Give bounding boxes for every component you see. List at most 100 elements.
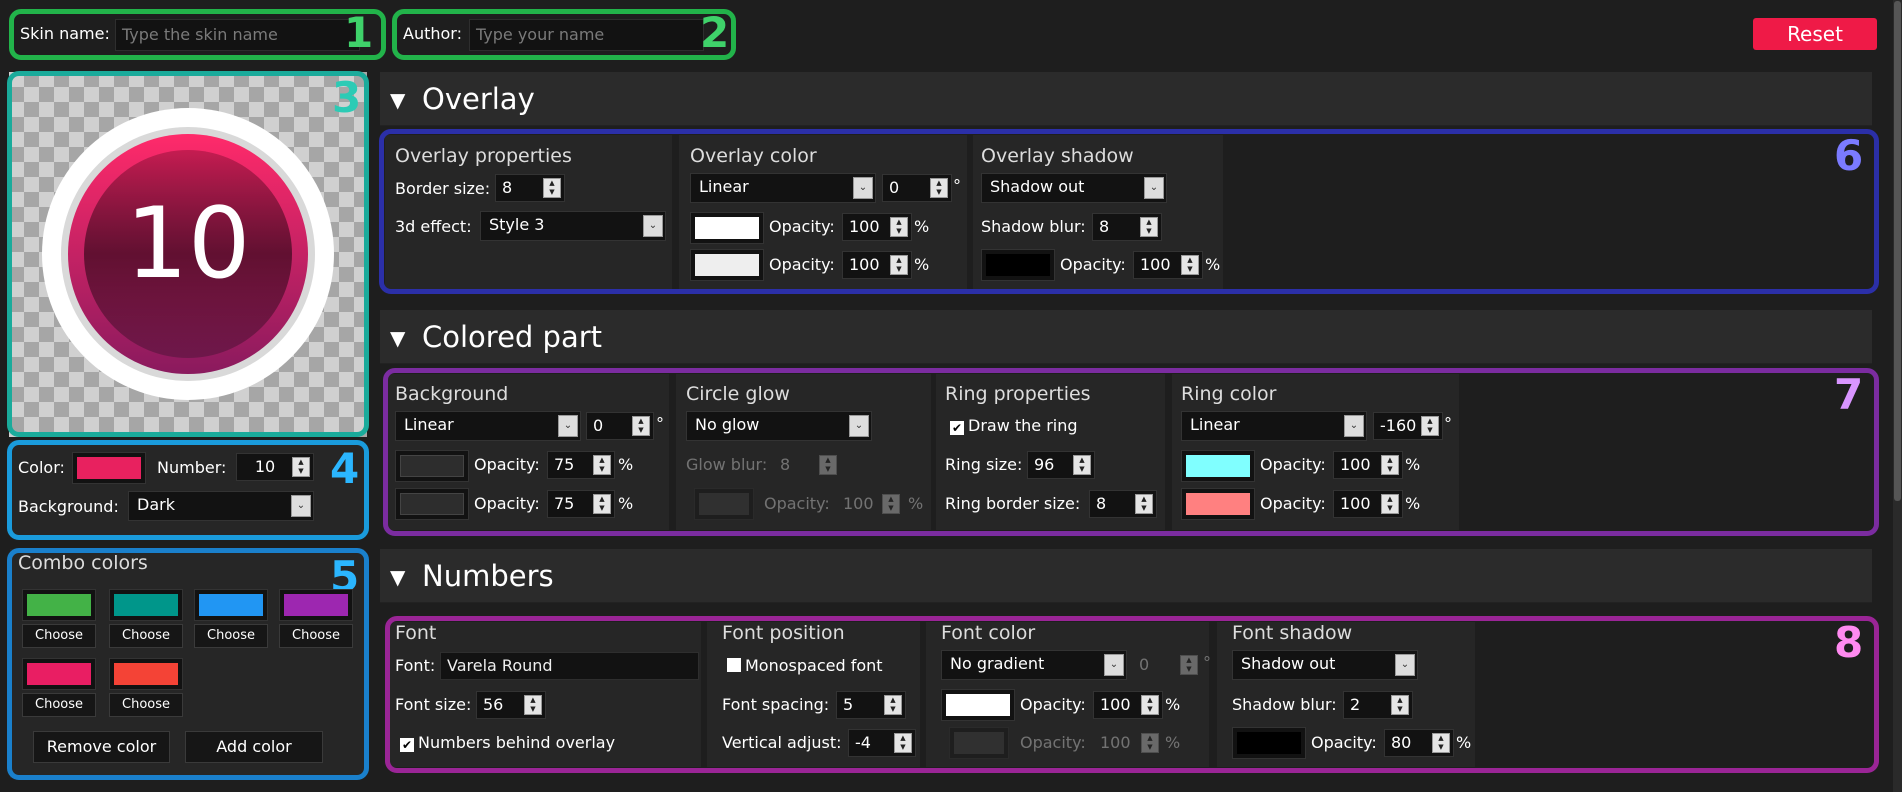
font-shadow-swatch[interactable] (1232, 727, 1306, 759)
ring-size-input[interactable]: 96 ▲ ▼ (1027, 451, 1095, 479)
overlay-opacity-input-2[interactable]: 100 ▲ ▼ (842, 251, 912, 279)
shadow-opacity-value: 100 (1140, 255, 1171, 274)
glow-opacity-value: 100 (843, 494, 874, 513)
badge-2: 2 (700, 8, 730, 57)
skin-name-label: Skin name: (20, 24, 110, 43)
font-opacity-input-1[interactable]: 100 ▲ ▼ (1093, 691, 1163, 719)
combo-swatch-3[interactable] (194, 589, 268, 621)
font-opacity-value-2: 100 (1100, 733, 1131, 752)
percent-unit: % (1165, 733, 1181, 752)
author-input[interactable]: Type your name (469, 19, 704, 51)
overlay-opacity-value-1: 100 (849, 217, 880, 236)
font-color-swatch-1[interactable] (941, 689, 1015, 721)
number-value: 10 (254, 457, 276, 476)
draw-ring-checkbox[interactable]: ✔ Draw the ring (950, 416, 1078, 435)
bg-swatch-2[interactable] (395, 488, 469, 520)
combo-swatch-5[interactable] (22, 658, 96, 690)
ring-opacity-input-2[interactable]: 100 ▲ ▼ (1333, 490, 1403, 518)
font-angle-input: 0 ▲ ▼ (1132, 651, 1202, 679)
overlay-angle-input[interactable]: 0 ▲ ▼ (882, 174, 952, 202)
shadow-blur-input[interactable]: 8 ▲ ▼ (1092, 213, 1162, 241)
border-size-input[interactable]: 8 ▲ ▼ (495, 174, 565, 202)
settings-box (7, 440, 369, 540)
overlay-opacity-label-1: Opacity: (769, 217, 835, 236)
reset-button[interactable]: Reset (1753, 18, 1877, 50)
font-shadow-select[interactable]: Shadow out ⌄ (1232, 650, 1418, 680)
background-title: Background (395, 383, 509, 405)
monospaced-checkbox[interactable]: Monospaced font (727, 656, 883, 675)
vertical-adjust-input[interactable]: -4 ▲ ▼ (848, 729, 916, 757)
combo-title: Combo colors (18, 552, 148, 574)
font-opacity-input-2: 100 ▲ ▼ (1093, 729, 1163, 757)
font-shadow-opacity-input[interactable]: 80 ▲ ▼ (1384, 729, 1454, 757)
bg-opacity-input-1[interactable]: 75 ▲ ▼ (547, 451, 615, 479)
ring-color-swatch-2[interactable] (1181, 488, 1255, 520)
ring-border-input[interactable]: 8 ▲ ▼ (1089, 490, 1157, 518)
ring-color-swatch-1[interactable] (1181, 450, 1255, 482)
overlay-title: Overlay (422, 82, 535, 116)
scrollbar[interactable] (1893, 0, 1902, 792)
color-swatch[interactable] (72, 452, 146, 484)
percent-unit: % (1165, 695, 1181, 714)
overlay-gradient-select[interactable]: Linear ⌄ (690, 173, 876, 203)
ring-angle-value: -160 (1380, 416, 1417, 435)
overlay-angle-value: 0 (889, 178, 900, 197)
number-input[interactable]: 10 ▲ ▼ (236, 453, 314, 481)
overlay-header[interactable]: ▼ Overlay (380, 72, 1872, 126)
skin-name-input[interactable]: Type the skin name (115, 19, 360, 51)
ring-opacity-input-1[interactable]: 100 ▲ ▼ (1333, 451, 1403, 479)
font-opacity-label-2: Opacity: (1020, 733, 1086, 752)
circle-glow-select[interactable]: No glow ⌄ (686, 411, 872, 441)
bg-angle-input[interactable]: 0 ▲ ▼ (586, 412, 654, 440)
3d-effect-select[interactable]: Style 3 ⌄ (480, 211, 666, 241)
color-label: Color: (18, 458, 65, 477)
overlay-shadow-swatch[interactable] (981, 249, 1055, 281)
choose-button-3[interactable]: Choose (194, 624, 268, 648)
choose-button-4[interactable]: Choose (279, 624, 353, 648)
numbers-header[interactable]: ▼ Numbers (380, 549, 1872, 603)
choose-button-5[interactable]: Choose (22, 693, 96, 717)
ring-angle-input[interactable]: -160 ▲ ▼ (1373, 412, 1443, 440)
font-gradient-select[interactable]: No gradient ⌄ (941, 650, 1127, 680)
font-title: Font (395, 622, 437, 644)
font-size-input[interactable]: 56 ▲ ▼ (476, 691, 546, 719)
choose-button-2[interactable]: Choose (109, 624, 183, 648)
degree-unit: ° (1444, 414, 1452, 433)
add-color-button[interactable]: Add color (185, 731, 323, 763)
bg-opacity-input-2[interactable]: 75 ▲ ▼ (547, 490, 615, 518)
combo-swatch-1[interactable] (22, 589, 96, 621)
background-select[interactable]: Dark ⌄ (128, 491, 314, 521)
badge-4: 4 (330, 444, 360, 493)
percent-unit: % (908, 494, 924, 513)
overlay-shadow-select[interactable]: Shadow out ⌄ (981, 173, 1167, 203)
shadow-opacity-input[interactable]: 100 ▲ ▼ (1133, 251, 1203, 279)
bg-opacity-value-2: 75 (554, 494, 575, 513)
combo-swatch-4[interactable] (279, 589, 353, 621)
vertical-adjust-label: Vertical adjust: (722, 733, 842, 752)
overlay-opacity-input-1[interactable]: 100 ▲ ▼ (842, 213, 912, 241)
numbers-behind-checkbox[interactable]: ✔ Numbers behind overlay (400, 733, 615, 752)
number-label: Number: (157, 458, 227, 477)
overlay-opacity-label-2: Opacity: (769, 255, 835, 274)
font-input[interactable]: Varela Round (440, 652, 699, 680)
overlay-shadow-value: Shadow out (990, 177, 1085, 196)
font-shadow-blur-label: Shadow blur: (1232, 695, 1337, 714)
percent-unit: % (914, 255, 930, 274)
font-spacing-input[interactable]: 5 ▲ ▼ (836, 691, 906, 719)
overlay-shadow-title: Overlay shadow (981, 145, 1134, 167)
3d-effect-label: 3d effect: (395, 217, 472, 236)
combo-swatch-6[interactable] (109, 658, 183, 690)
badge-6: 6 (1834, 131, 1864, 180)
bg-gradient-select[interactable]: Linear ⌄ (395, 411, 581, 441)
choose-button-6[interactable]: Choose (109, 693, 183, 717)
overlay-color-swatch-1[interactable] (690, 212, 764, 244)
bg-swatch-1[interactable] (395, 450, 469, 482)
ring-gradient-select[interactable]: Linear ⌄ (1181, 411, 1367, 441)
overlay-color-swatch-2[interactable] (690, 249, 764, 281)
bg-angle-value: 0 (593, 416, 604, 435)
combo-swatch-2[interactable] (109, 589, 183, 621)
colored-header[interactable]: ▼ Colored part (380, 310, 1872, 364)
choose-button-1[interactable]: Choose (22, 624, 96, 648)
remove-color-button[interactable]: Remove color (33, 731, 170, 763)
font-shadow-blur-input[interactable]: 2 ▲ ▼ (1343, 691, 1413, 719)
